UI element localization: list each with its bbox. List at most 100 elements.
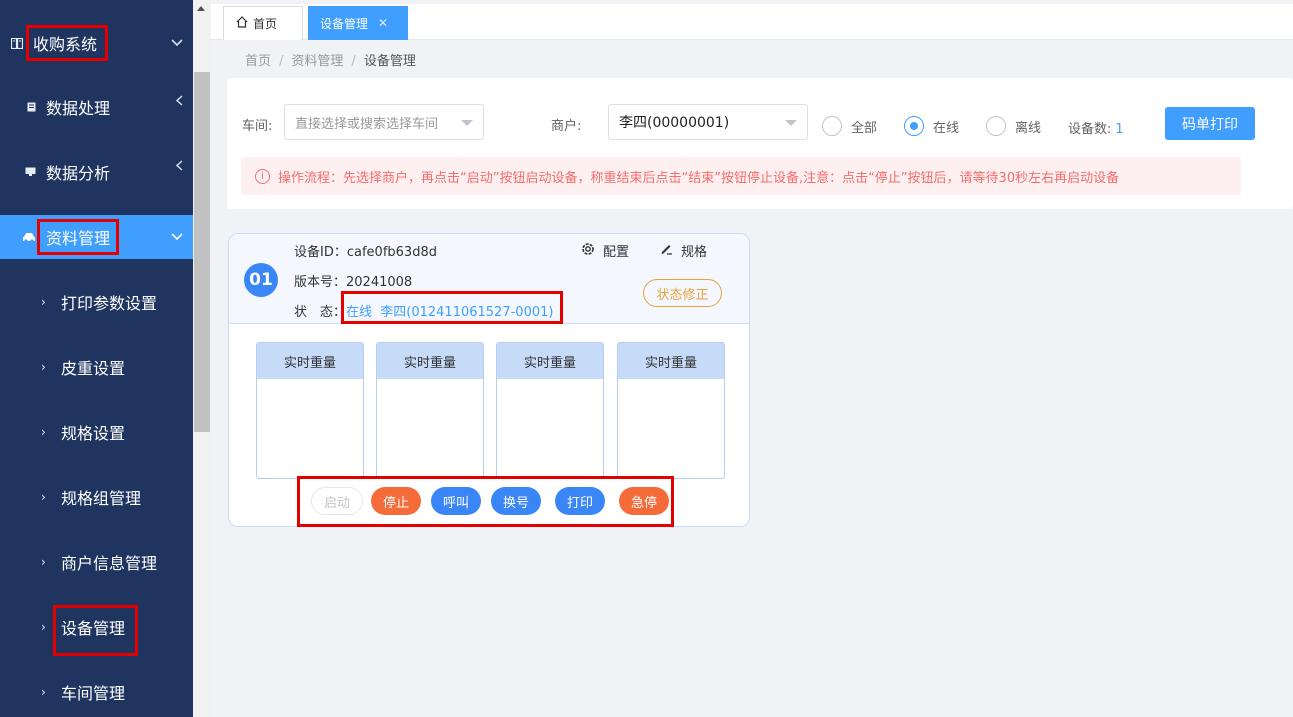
- stop-button[interactable]: 停止: [371, 487, 421, 515]
- spec-action[interactable]: 规格: [660, 241, 707, 260]
- menu-purchase-system[interactable]: 收购系统: [0, 21, 193, 65]
- sidebar-item-label: 车间管理: [61, 684, 126, 703]
- radio-all[interactable]: 全部: [822, 116, 877, 136]
- start-button[interactable]: 启动: [311, 487, 363, 515]
- device-id-value: cafe0fb63d8d: [346, 245, 437, 260]
- emergency-stop-button[interactable]: 急停: [619, 487, 669, 515]
- device-status: 状 态：在线 李四(012411061527-0001): [294, 301, 553, 320]
- close-icon[interactable]: ✕: [378, 16, 388, 30]
- device-id-label: 设备ID：: [294, 245, 347, 260]
- breadcrumb-item[interactable]: 首页: [245, 54, 271, 69]
- weight-title: 实时重量: [497, 343, 603, 379]
- sidebar-scrollbar[interactable]: [193, 0, 211, 717]
- device-version-value: 20241008: [346, 275, 413, 290]
- menu-label: 数据分析: [46, 164, 111, 183]
- radio-circle: [986, 116, 1006, 136]
- menu-data-analysis[interactable]: 数据分析: [0, 150, 193, 194]
- call-button[interactable]: 呼叫: [431, 487, 481, 515]
- status-fix-button[interactable]: 状态修正: [643, 279, 722, 307]
- sidebar-item-workshop-management[interactable]: › 车间管理: [0, 670, 193, 714]
- breadcrumb: 首页 / 资料管理 / 设备管理: [245, 50, 416, 69]
- radio-label: 全部: [851, 120, 878, 136]
- chevron-right-icon: ›: [41, 555, 46, 569]
- weight-panel: 实时重量: [617, 342, 725, 479]
- radio-label: 离线: [1015, 120, 1042, 136]
- weight-title: 实时重量: [377, 343, 483, 379]
- home-icon: [236, 15, 248, 32]
- spec-label: 规格: [681, 245, 708, 260]
- chevron-down-icon: [171, 230, 183, 244]
- device-version: 版本号：20241008: [294, 271, 412, 290]
- sidebar-item-label: 打印参数设置: [61, 294, 158, 313]
- device-count-value: 1: [1115, 122, 1124, 137]
- sidebar-item-tare-settings[interactable]: › 皮重设置: [0, 345, 193, 389]
- chevron-down-icon: [171, 36, 183, 50]
- sidebar-item-print-params[interactable]: › 打印参数设置: [0, 280, 193, 324]
- sidebar-item-spec-group[interactable]: › 规格组管理: [0, 475, 193, 519]
- filter-panel: 车间: 直接选择或搜索选择车间 商户: 李四(00000001) 全部 在线 离…: [227, 78, 1293, 209]
- config-action[interactable]: 配置: [581, 241, 629, 260]
- sidebar-item-device-management[interactable]: › 设备管理: [0, 605, 193, 649]
- chevron-left-icon: [175, 95, 183, 109]
- radio-online[interactable]: 在线: [904, 116, 959, 136]
- workshop-select[interactable]: 直接选择或搜索选择车间: [284, 104, 484, 140]
- weight-title: 实时重量: [257, 343, 363, 379]
- operation-alert: i 操作流程：先选择商户，再点击“启动”按钮启动设备，称重结束后点击“结束”按钮…: [241, 157, 1241, 195]
- device-status-label: 状 态：: [294, 305, 347, 320]
- workshop-placeholder: 直接选择或搜索选择车间: [295, 116, 439, 132]
- chevron-right-icon: ›: [41, 490, 46, 504]
- sidebar-item-merchant-info[interactable]: › 商户信息管理: [0, 540, 193, 584]
- scroll-up-arrow-icon[interactable]: [197, 6, 205, 11]
- sidebar-item-label: 规格组管理: [61, 489, 142, 508]
- workshop-label: 车间:: [242, 119, 273, 134]
- radio-circle: [904, 116, 924, 136]
- tab-device-management[interactable]: 设备管理 ✕: [308, 6, 408, 40]
- monitor-icon: [23, 165, 37, 179]
- radio-label: 在线: [933, 120, 960, 136]
- caret-down-icon: [461, 120, 473, 126]
- device-count: 设备数: 1: [1068, 118, 1124, 137]
- switch-number-button[interactable]: 换号: [491, 487, 541, 515]
- chevron-right-icon: ›: [41, 620, 46, 634]
- weight-panel: 实时重量: [376, 342, 484, 479]
- weight-panel: 实时重量: [496, 342, 604, 479]
- main-content: 首页 设备管理 ✕ 首页 / 资料管理 / 设备管理 车间: 直接选择或搜索选择车间 商…: [211, 0, 1293, 717]
- breadcrumb-separator: /: [351, 54, 356, 69]
- sidebar-item-label: 皮重设置: [61, 359, 126, 378]
- car-icon: [22, 230, 36, 244]
- radio-circle: [822, 116, 842, 136]
- tab-home[interactable]: 首页: [223, 6, 303, 40]
- menu-label: 收购系统: [33, 35, 98, 54]
- merchant-select[interactable]: 李四(00000001): [608, 104, 808, 140]
- device-status-value: 在线 李四(012411061527-0001): [346, 305, 554, 320]
- sidebar-item-label: 规格设置: [61, 424, 126, 443]
- device-index-badge: 01: [244, 263, 278, 297]
- device-card-header: 01 设备ID：cafe0fb63d8d 版本号：20241008 状 态：在线…: [229, 234, 749, 324]
- tab-label: 设备管理: [320, 16, 369, 31]
- info-icon: i: [255, 168, 270, 184]
- scrollbar-thumb[interactable]: [194, 72, 210, 432]
- radio-offline[interactable]: 离线: [986, 116, 1041, 136]
- gear-icon: [581, 242, 595, 260]
- device-card: 01 设备ID：cafe0fb63d8d 版本号：20241008 状 态：在线…: [228, 233, 750, 527]
- sidebar-item-label: 设备管理: [61, 619, 126, 638]
- edit-icon: [660, 242, 673, 259]
- book-icon: [10, 36, 24, 50]
- menu-data-management[interactable]: 资料管理: [0, 215, 193, 259]
- menu-data-processing[interactable]: 数据处理: [0, 85, 193, 129]
- print-button[interactable]: 打印: [555, 487, 605, 515]
- breadcrumb-separator: /: [279, 54, 284, 69]
- sidebar-item-label: 商户信息管理: [61, 554, 158, 573]
- chevron-right-icon: ›: [41, 295, 46, 309]
- chevron-right-icon: ›: [41, 685, 46, 699]
- print-slip-button[interactable]: 码单打印: [1165, 107, 1255, 140]
- menu-label: 数据处理: [46, 99, 111, 118]
- chevron-right-icon: ›: [41, 425, 46, 439]
- device-count-label: 设备数:: [1068, 122, 1112, 137]
- config-label: 配置: [603, 245, 630, 260]
- sidebar-item-spec-settings[interactable]: › 规格设置: [0, 410, 193, 454]
- merchant-value: 李四(00000001): [619, 115, 730, 131]
- breadcrumb-item[interactable]: 资料管理: [291, 54, 343, 69]
- merchant-label: 商户:: [551, 119, 582, 134]
- menu-label: 资料管理: [46, 229, 111, 248]
